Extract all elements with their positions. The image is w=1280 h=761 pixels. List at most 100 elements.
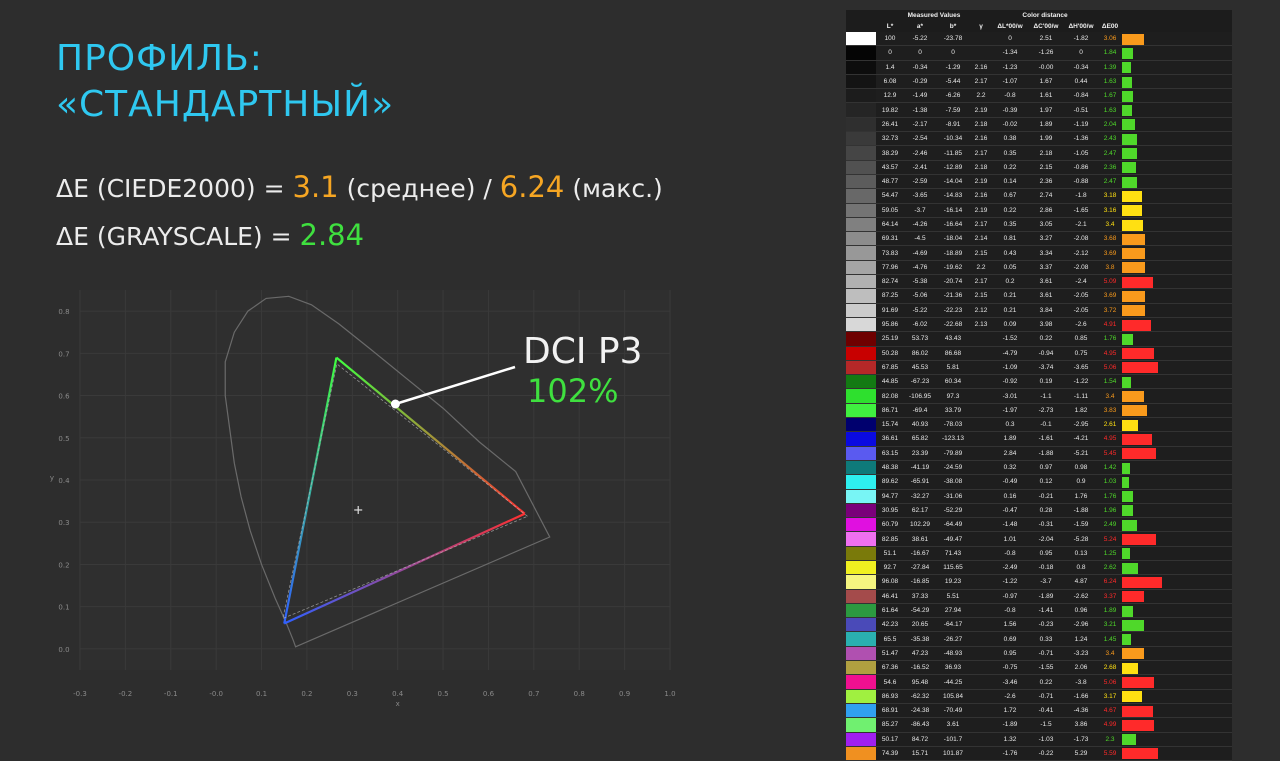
delta-e-bar-cell	[1122, 460, 1233, 476]
cell-dH: -1.59	[1064, 517, 1099, 533]
table-row: 50.17 84.72 -101.7 1.32 -1.03 -1.73 2.3	[846, 732, 1233, 747]
cell-de: 2.3	[1098, 732, 1123, 747]
x-axis-label: x	[396, 700, 400, 708]
cell-dH: -2.62	[1064, 589, 1099, 604]
cell-L: 36.61	[876, 431, 904, 447]
cell-dL: -1.34	[992, 45, 1028, 61]
cell-de: 2.04	[1098, 117, 1123, 133]
cell-a: 65.82	[904, 431, 936, 447]
color-swatch	[846, 617, 876, 633]
cell-a: -2.59	[904, 174, 936, 190]
table-row: 15.74 40.93 -78.03 0.3 -0.1 -2.95 2.61	[846, 417, 1233, 433]
cell-a: -4.76	[904, 260, 936, 276]
cell-b: -48.93	[936, 646, 970, 662]
cell-dC: 3.34	[1028, 245, 1064, 261]
cell-dH: -5.28	[1064, 531, 1099, 547]
cell-dL: -1.07	[992, 74, 1028, 90]
table-row: 86.71 -69.4 33.79 -1.97 -2.73 1.82 3.83	[846, 403, 1233, 419]
cell-b: -11.85	[936, 145, 970, 161]
cell-dL: -1.22	[992, 574, 1028, 590]
cell-dH: -2.95	[1064, 417, 1099, 433]
cell-de: 1.96	[1098, 503, 1123, 519]
y-tick-label: 0.0	[58, 646, 69, 654]
cell-dC: -1.26	[1028, 45, 1064, 61]
cell-dC: 3.84	[1028, 303, 1064, 318]
cell-g	[970, 503, 992, 519]
cell-dC: -1.41	[1028, 603, 1064, 619]
cell-dC: -1.03	[1028, 732, 1064, 747]
cell-b: -6.26	[936, 88, 970, 104]
delta-e-bar	[1122, 205, 1143, 217]
cell-dC: -1.55	[1028, 660, 1064, 676]
cell-L: 38.29	[876, 145, 904, 161]
metric1-max-suffix: (макс.)	[564, 174, 663, 203]
cell-g	[970, 45, 992, 61]
delta-e-bar-cell	[1122, 231, 1233, 247]
delta-e-bar-cell	[1122, 245, 1233, 261]
delta-e-bar	[1122, 176, 1138, 188]
cell-de: 5.45	[1098, 446, 1123, 461]
cell-g	[970, 431, 992, 447]
cell-de: 2.47	[1098, 174, 1123, 190]
delta-e-bar-cell	[1122, 260, 1233, 276]
cell-de: 3.18	[1098, 188, 1123, 204]
cell-dL: -4.79	[992, 346, 1028, 361]
cell-de: 3.17	[1098, 689, 1123, 704]
cell-g	[970, 546, 992, 561]
table-row: 19.82 -1.38 -7.59 2.19 -0.39 1.97 -0.51 1.63	[846, 102, 1233, 118]
cell-a: 37.33	[904, 589, 936, 604]
cell-dL: -0.39	[992, 102, 1028, 118]
table-row: 63.15 23.39 -79.89 2.84 -1.88 -5.21 5.45	[846, 446, 1233, 461]
cell-dL: 0.35	[992, 145, 1028, 161]
cell-dL: -0.8	[992, 546, 1028, 561]
cell-L: 74.39	[876, 746, 904, 761]
cell-dH: -3.65	[1064, 360, 1099, 376]
cell-b: 86.68	[936, 346, 970, 361]
delta-e-bar-cell	[1122, 531, 1233, 547]
table-row: 25.19 53.73 43.43 -1.52 0.22 0.85 1.76	[846, 331, 1233, 347]
cell-de: 3.72	[1098, 303, 1123, 318]
delta-e-bar	[1122, 548, 1131, 560]
delta-e-bar	[1122, 362, 1159, 374]
color-swatch	[846, 489, 876, 504]
cell-dC: 3.37	[1028, 260, 1064, 276]
cell-dH: -1.88	[1064, 503, 1099, 519]
color-swatch	[846, 374, 876, 390]
cell-g	[970, 574, 992, 590]
delta-e-bar-cell	[1122, 145, 1233, 161]
cell-dL: 1.01	[992, 531, 1028, 547]
x-tick-label: -0.2	[119, 690, 133, 698]
cell-a: -6.02	[904, 317, 936, 333]
cell-a: -16.67	[904, 546, 936, 561]
cell-dH: -0.88	[1064, 174, 1099, 190]
column-header	[846, 21, 876, 32]
cell-L: 94.77	[876, 489, 904, 504]
cell-dL: 0.43	[992, 245, 1028, 261]
color-swatch	[846, 388, 876, 404]
cell-L: 54.6	[876, 674, 904, 690]
cell-dL: -2.49	[992, 560, 1028, 576]
cell-a: -5.38	[904, 274, 936, 290]
cell-a: -69.4	[904, 403, 936, 419]
cell-dL: -1.48	[992, 517, 1028, 533]
cell-L: 82.08	[876, 388, 904, 404]
color-swatch	[846, 531, 876, 547]
cell-de: 1.63	[1098, 102, 1123, 118]
table-row: 82.74 -5.38 -20.74 2.17 0.2 3.61 -2.4 5.09	[846, 274, 1233, 290]
delta-e-bar-cell	[1122, 203, 1233, 218]
cell-L: 64.14	[876, 217, 904, 233]
color-swatch	[846, 703, 876, 719]
cell-b: -1.29	[936, 60, 970, 75]
cell-dL: 0.22	[992, 160, 1028, 175]
cell-dH: 4.87	[1064, 574, 1099, 590]
cell-dH: -1.05	[1064, 145, 1099, 161]
cell-de: 2.36	[1098, 160, 1123, 175]
delta-e-bar	[1122, 348, 1155, 360]
cell-g	[970, 531, 992, 547]
cell-b: -64.49	[936, 517, 970, 533]
table-row: 26.41 -2.17 -8.91 2.18 -0.02 1.89 -1.19 2.04	[846, 117, 1233, 133]
cell-de: 3.4	[1098, 388, 1123, 404]
delta-e-bar	[1122, 591, 1145, 603]
color-swatch	[846, 446, 876, 461]
delta-e-bar-cell	[1122, 574, 1233, 590]
